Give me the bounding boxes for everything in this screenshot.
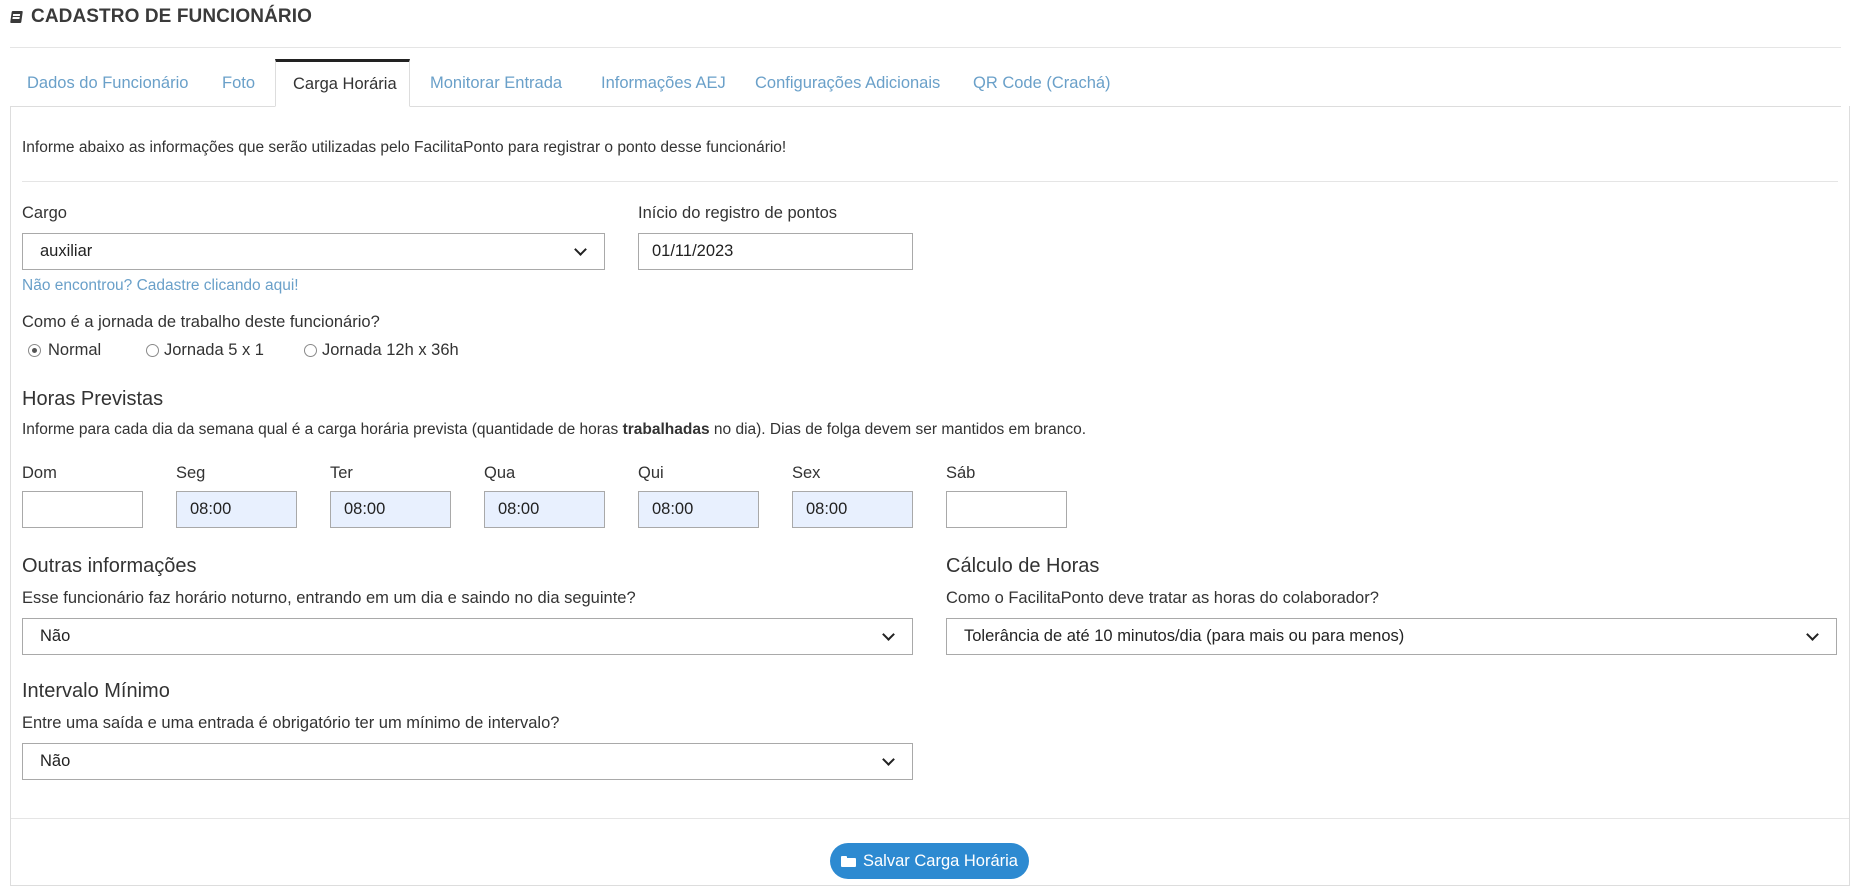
day-label-ter: Ter — [330, 464, 353, 482]
radio-5x1-circle[interactable] — [146, 344, 159, 357]
cargo-select-value: auxiliar — [40, 242, 93, 260]
day-label-sab: Sáb — [946, 464, 976, 482]
horas-previstas-desc: Informe para cada dia da semana qual é a… — [22, 421, 1086, 439]
day-input-sab[interactable] — [946, 491, 1067, 528]
day-value-qua: 08:00 — [498, 500, 540, 518]
day-input-seg[interactable]: 08:00 — [176, 491, 297, 528]
radio-jornada-12x36[interactable]: Jornada 12h x 36h — [304, 341, 459, 360]
tab-dados-funcionario[interactable]: Dados do Funcionário — [10, 59, 205, 106]
desc-bold: trabalhadas — [622, 421, 710, 438]
day-label-qui: Qui — [638, 464, 664, 482]
chevron-down-icon — [882, 753, 895, 766]
day-label-sex: Sex — [792, 464, 821, 482]
horas-previstas-title: Horas Previstas — [22, 388, 164, 410]
calculo-title: Cálculo de Horas — [946, 555, 1100, 577]
outras-title: Outras informações — [22, 555, 197, 577]
day-value-qui: 08:00 — [652, 500, 694, 518]
day-input-sex[interactable]: 08:00 — [792, 491, 913, 528]
desc-part-1: Informe para cada dia da semana qual é a… — [22, 421, 623, 438]
intervalo-select[interactable]: Não — [22, 743, 913, 780]
tab-foto[interactable]: Foto — [205, 59, 272, 106]
chevron-down-icon — [1806, 628, 1819, 641]
jornada-question: Como é a jornada de trabalho deste funci… — [22, 313, 380, 331]
day-input-ter[interactable]: 08:00 — [330, 491, 451, 528]
tab-configuracoes-adicionais[interactable]: Configurações Adicionais — [738, 59, 957, 106]
calculo-select-value: Tolerância de até 10 minutos/dia (para m… — [964, 627, 1405, 645]
cargo-select[interactable]: auxiliar — [22, 233, 605, 270]
day-value-seg: 08:00 — [190, 500, 232, 518]
title-divider — [10, 47, 1841, 48]
day-label-dom: Dom — [22, 464, 57, 482]
folder-open-icon — [841, 855, 856, 867]
chevron-down-icon — [882, 628, 895, 641]
tab-monitorar-entrada[interactable]: Monitorar Entrada — [413, 59, 579, 106]
intervalo-select-value: Não — [40, 752, 71, 770]
radio-12x36-circle[interactable] — [304, 344, 317, 357]
radio-5x1-label: Jornada 5 x 1 — [164, 341, 264, 359]
radio-12x36-label: Jornada 12h x 36h — [322, 341, 459, 359]
cadastre-cargo-link[interactable]: Não encontrou? Cadastre clicando aqui! — [22, 277, 299, 295]
intro-text: Informe abaixo as informações que serão … — [22, 139, 787, 156]
footer-divider — [11, 818, 1849, 819]
day-input-qua[interactable]: 08:00 — [484, 491, 605, 528]
cargo-label: Cargo — [22, 204, 67, 222]
radio-normal-label: Normal — [48, 341, 102, 359]
day-value-ter: 08:00 — [344, 500, 386, 518]
calculo-select[interactable]: Tolerância de até 10 minutos/dia (para m… — [946, 618, 1837, 655]
book-icon — [10, 10, 23, 25]
chevron-down-icon — [574, 243, 587, 256]
desc-part-2: no dia). Dias de folga devem ser mantido… — [709, 421, 1087, 438]
tab-informacoes-aej[interactable]: Informações AEJ — [584, 59, 743, 106]
tab-qr-code[interactable]: QR Code (Crachá) — [956, 59, 1128, 106]
day-label-qua: Qua — [484, 464, 516, 482]
page-title: CADASTRO DE FUNCIONÁRIO — [10, 6, 312, 28]
day-label-seg: Seg — [176, 464, 206, 482]
noturno-select-value: Não — [40, 627, 71, 645]
calculo-question: Como o FacilitaPonto deve tratar as hora… — [946, 589, 1379, 607]
day-input-qui[interactable]: 08:00 — [638, 491, 759, 528]
outras-question: Esse funcionário faz horário noturno, en… — [22, 589, 636, 607]
noturno-select[interactable]: Não — [22, 618, 913, 655]
tab-carga-horaria[interactable]: Carga Horária — [275, 59, 410, 107]
radio-normal-circle[interactable] — [28, 344, 41, 357]
inicio-date-input[interactable]: 01/11/2023 — [638, 233, 913, 270]
radio-normal[interactable]: Normal — [28, 341, 101, 360]
radio-jornada-5x1[interactable]: Jornada 5 x 1 — [146, 341, 264, 360]
day-value-sex: 08:00 — [806, 500, 848, 518]
intervalo-question: Entre uma saída e uma entrada é obrigató… — [22, 714, 560, 732]
intervalo-title: Intervalo Mínimo — [22, 680, 170, 702]
inicio-label: Início do registro de pontos — [638, 204, 838, 222]
inicio-date-value: 01/11/2023 — [652, 242, 734, 260]
page-title-text: CADASTRO DE FUNCIONÁRIO — [31, 6, 312, 27]
day-input-dom[interactable] — [22, 491, 143, 528]
intro-divider — [22, 181, 1838, 182]
save-button-label: Salvar Carga Horária — [863, 851, 1018, 870]
